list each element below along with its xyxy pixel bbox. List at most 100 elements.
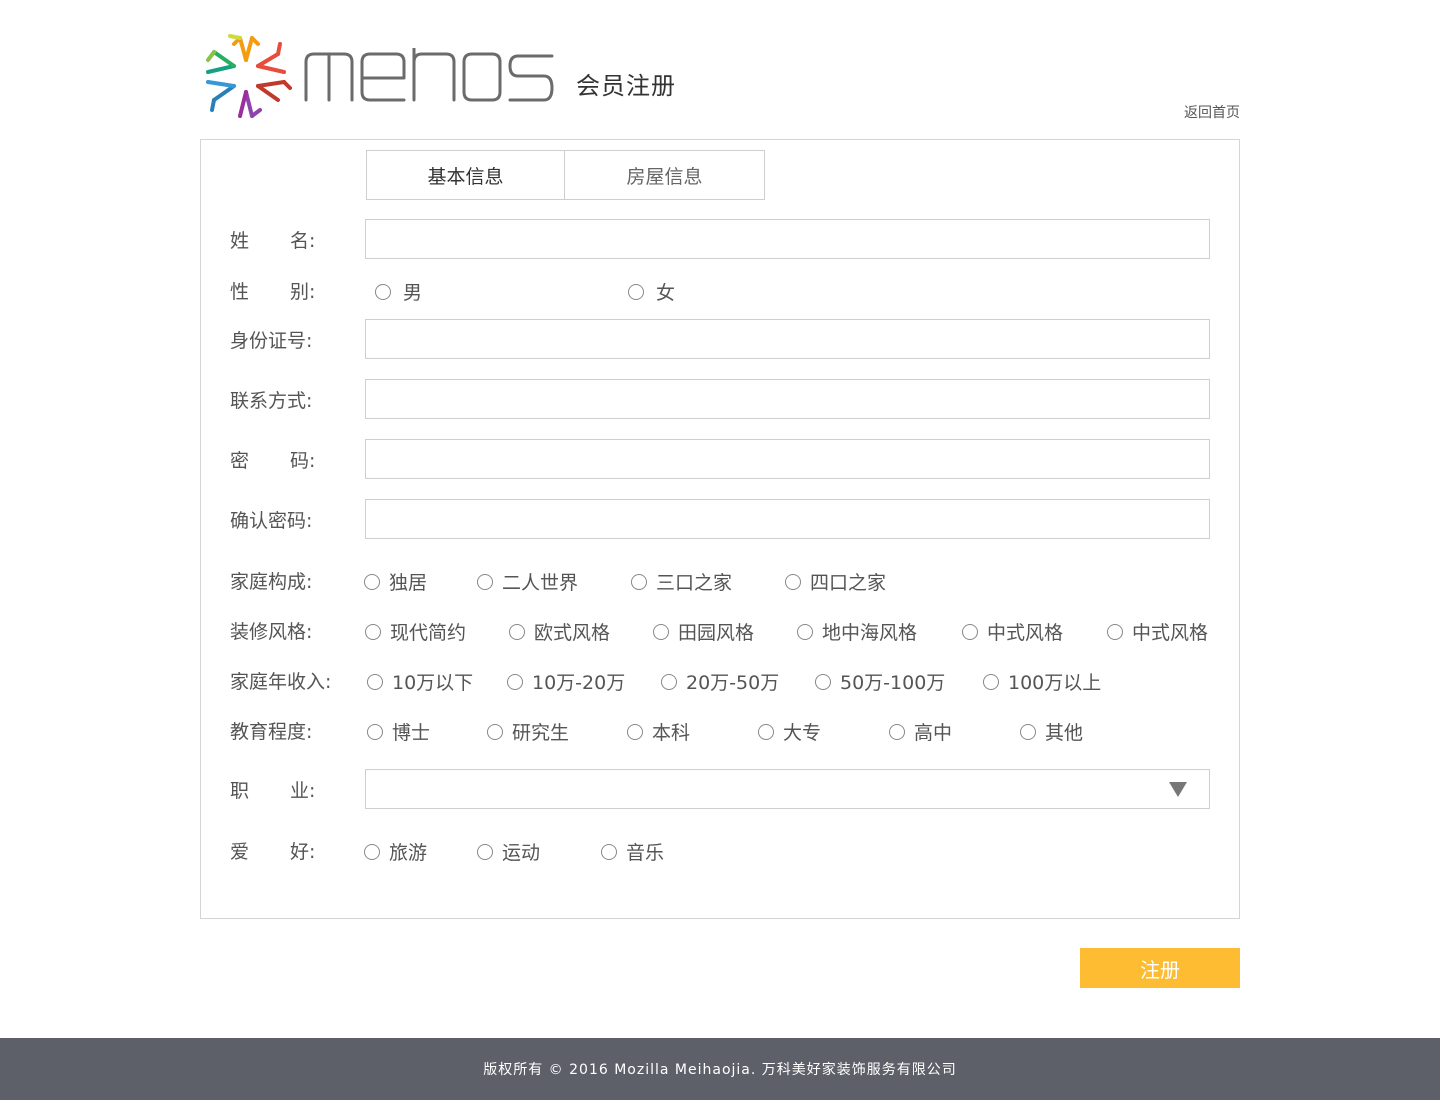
hobby-label-part: 好:: [290, 841, 316, 863]
gender-option-male[interactable]: 男: [375, 278, 422, 305]
style-option[interactable]: 田园风格: [653, 618, 754, 645]
radio-button[interactable]: [983, 673, 999, 690]
family-option[interactable]: 二人世界: [477, 568, 578, 595]
confirm-password-label: 确认密码:: [230, 510, 313, 532]
gender-option-female[interactable]: 女: [628, 278, 675, 305]
income-row: 家庭年收入: 10万以下 10万-20万 20万-50万 50万-100万 10…: [230, 660, 1230, 700]
education-option[interactable]: 研究生: [487, 718, 569, 745]
style-row: 装修风格: 现代简约 欧式风格 田园风格 地中海风格 中式风格 中式风格: [230, 610, 1230, 650]
radio-button[interactable]: [487, 723, 503, 740]
family-row: 家庭构成: 独居 二人世界 三口之家 四口之家: [230, 560, 1230, 600]
radio-button[interactable]: [477, 573, 493, 590]
radio-button[interactable]: [628, 283, 644, 300]
option-label: 中式风格: [1132, 622, 1209, 644]
option-label: 50万-100万: [840, 672, 946, 694]
radio-button[interactable]: [661, 673, 677, 690]
radio-button[interactable]: [507, 673, 523, 690]
radio-button[interactable]: [601, 843, 617, 860]
option-label: 田园风格: [678, 622, 755, 644]
style-option[interactable]: 现代简约: [365, 618, 466, 645]
income-option[interactable]: 10万以下: [367, 668, 473, 695]
family-option[interactable]: 独居: [364, 568, 427, 595]
education-option[interactable]: 博士: [367, 718, 430, 745]
hobby-option[interactable]: 旅游: [364, 838, 427, 865]
gender-row: 性 别: 男 女: [230, 270, 1230, 310]
education-option[interactable]: 高中: [889, 718, 952, 745]
style-option[interactable]: 中式风格: [1107, 618, 1208, 645]
option-label: 男: [403, 282, 423, 304]
option-label: 四口之家: [810, 572, 887, 594]
password-label-part: 码:: [290, 450, 316, 472]
education-row: 教育程度: 博士 研究生 本科 大专 高中 其他: [230, 710, 1230, 750]
radio-button[interactable]: [815, 673, 831, 690]
register-button[interactable]: 注册: [1080, 948, 1240, 988]
hobby-option[interactable]: 运动: [477, 838, 540, 865]
name-label-part: 名:: [290, 230, 316, 252]
password-row: 密 码:: [230, 439, 1230, 479]
family-option[interactable]: 三口之家: [631, 568, 732, 595]
gender-label: 性 别:: [230, 277, 350, 304]
style-option[interactable]: 欧式风格: [509, 618, 610, 645]
radio-button[interactable]: [1107, 623, 1123, 640]
radio-button[interactable]: [375, 283, 391, 300]
gender-label-part: 性: [230, 281, 250, 303]
income-option[interactable]: 20万-50万: [661, 668, 779, 695]
radio-button[interactable]: [509, 623, 525, 640]
family-label: 家庭构成:: [230, 571, 313, 593]
radio-button[interactable]: [365, 623, 381, 640]
education-option[interactable]: 本科: [627, 718, 690, 745]
radio-button[interactable]: [1020, 723, 1036, 740]
page-header: 会员注册 返回首页: [200, 28, 1240, 124]
password-label: 密 码:: [230, 446, 350, 473]
option-label: 二人世界: [502, 572, 579, 594]
back-home-link[interactable]: 返回首页: [1184, 102, 1240, 122]
family-option[interactable]: 四口之家: [785, 568, 886, 595]
radio-button[interactable]: [364, 573, 380, 590]
radio-button[interactable]: [367, 723, 383, 740]
tab-house-info[interactable]: 房屋信息: [565, 150, 765, 200]
education-option[interactable]: 大专: [758, 718, 821, 745]
radio-button[interactable]: [477, 843, 493, 860]
password-input[interactable]: [365, 439, 1210, 479]
radio-button[interactable]: [785, 573, 801, 590]
page-footer: 版权所有 © 2016 Mozilla Meihaojia. 万科美好家装饰服务…: [0, 1038, 1440, 1100]
radio-button[interactable]: [364, 843, 380, 860]
id-number-input[interactable]: [365, 319, 1210, 359]
confirm-password-input[interactable]: [365, 499, 1210, 539]
option-label: 三口之家: [656, 572, 733, 594]
option-label: 高中: [914, 722, 953, 744]
name-row: 姓 名:: [230, 219, 1230, 259]
hobby-row: 爱 好: 旅游 运动 音乐: [230, 830, 1230, 870]
radio-button[interactable]: [631, 573, 647, 590]
option-label: 音乐: [626, 842, 665, 864]
education-option[interactable]: 其他: [1020, 718, 1083, 745]
copyright-text: 版权所有 © 2016 Mozilla Meihaojia. 万科美好家装饰服务…: [483, 1062, 957, 1078]
style-label: 装修风格:: [230, 621, 313, 643]
style-option[interactable]: 地中海风格: [797, 618, 917, 645]
income-option[interactable]: 100万以上: [983, 668, 1101, 695]
option-label: 其他: [1045, 722, 1084, 744]
option-label: 大专: [783, 722, 822, 744]
income-option[interactable]: 10万-20万: [507, 668, 625, 695]
id-number-label: 身份证号:: [230, 330, 313, 352]
contact-input[interactable]: [365, 379, 1210, 419]
option-label: 10万以下: [392, 672, 474, 694]
radio-button[interactable]: [627, 723, 643, 740]
radio-button[interactable]: [367, 673, 383, 690]
radio-button[interactable]: [758, 723, 774, 740]
occupation-label-part: 职: [230, 780, 250, 802]
radio-button[interactable]: [889, 723, 905, 740]
income-option[interactable]: 50万-100万: [815, 668, 945, 695]
radio-button[interactable]: [962, 623, 978, 640]
occupation-select[interactable]: [365, 769, 1210, 809]
registration-panel: 基本信息 房屋信息 姓名: 性别: 男 女 身份证号: 联系方式: 密码: 确认…: [200, 139, 1240, 919]
tab-basic-info[interactable]: 基本信息: [366, 150, 565, 200]
radio-button[interactable]: [653, 623, 669, 640]
confirm-password-row: 确认密码:: [230, 499, 1230, 539]
option-label: 中式风格: [987, 622, 1064, 644]
radio-button[interactable]: [797, 623, 813, 640]
dropdown-arrow-icon[interactable]: [1169, 782, 1187, 797]
style-option[interactable]: 中式风格: [962, 618, 1063, 645]
name-input[interactable]: [365, 219, 1210, 259]
hobby-option[interactable]: 音乐: [601, 838, 664, 865]
